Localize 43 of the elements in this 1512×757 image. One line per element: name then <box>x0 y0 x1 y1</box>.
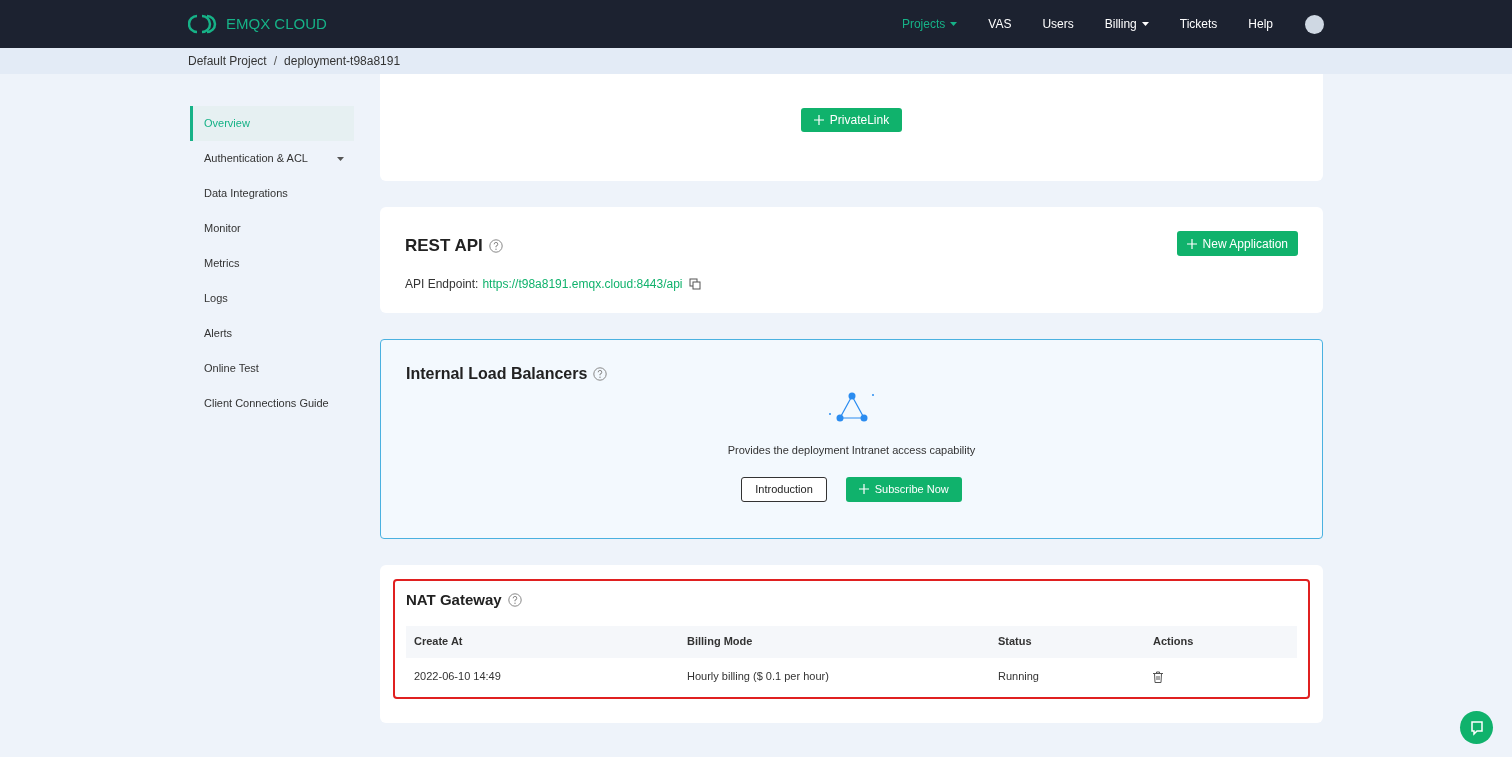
breadcrumb-link[interactable]: deployment-t98a8191 <box>284 52 401 70</box>
nav-link[interactable]: Projects <box>901 15 958 33</box>
nav-link[interactable]: Tickets <box>1179 15 1218 33</box>
endpoint-label: API Endpoint: <box>405 275 479 293</box>
plus-icon <box>1186 238 1197 249</box>
floating-help-button[interactable] <box>1460 711 1493 744</box>
column-header: Billing Mode <box>679 625 990 658</box>
avatar[interactable] <box>1305 14 1324 34</box>
column-header: Status <box>990 625 1145 658</box>
sidebar-item[interactable]: Online Test <box>190 351 354 386</box>
chat-icon <box>1469 719 1484 736</box>
help-icon[interactable] <box>507 593 522 608</box>
introduction-button[interactable]: Introduction <box>741 476 827 502</box>
help-icon[interactable] <box>593 367 608 381</box>
logo-icon <box>188 14 218 34</box>
sidebar-item[interactable]: Alerts <box>190 316 354 351</box>
column-header: Actions <box>1145 625 1297 658</box>
nav-link[interactable]: VAS <box>988 15 1012 33</box>
help-icon[interactable] <box>488 238 503 253</box>
delete-icon[interactable] <box>1153 670 1163 683</box>
sidebar-item[interactable]: Authentication & ACL <box>190 141 354 176</box>
nav-link[interactable]: Billing <box>1104 15 1149 33</box>
nav-link[interactable]: Help <box>1248 15 1273 33</box>
sidebar-item[interactable]: Client Connections Guide <box>190 386 354 421</box>
plus-icon <box>813 115 824 125</box>
table-cell: Hourly billing ($ 0.1 per hour) <box>679 657 990 696</box>
section-title: REST API <box>405 235 483 257</box>
sidebar-item[interactable]: Metrics <box>190 246 354 281</box>
sidebar-item[interactable]: Monitor <box>190 211 354 246</box>
nav-link[interactable]: Users <box>1042 15 1074 33</box>
section-title: Internal Load Balancers <box>406 364 588 384</box>
table-cell: Running <box>990 657 1145 696</box>
section-title: NAT Gateway <box>406 590 502 610</box>
breadcrumb-link[interactable]: Default Project <box>188 52 267 70</box>
copy-icon[interactable] <box>688 277 701 290</box>
sidebar-item[interactable]: Logs <box>190 281 354 316</box>
column-header: Create At <box>406 625 679 658</box>
plus-icon <box>858 484 869 494</box>
sidebar-item[interactable]: Data Integrations <box>190 176 354 211</box>
table-cell: 2022-06-10 14:49 <box>406 657 679 696</box>
breadcrumb-separator: / <box>273 53 278 70</box>
description-text: Provides the deployment Intranet access capability <box>727 443 976 458</box>
brand-name[interactable]: EMQX CLOUD <box>226 12 327 36</box>
